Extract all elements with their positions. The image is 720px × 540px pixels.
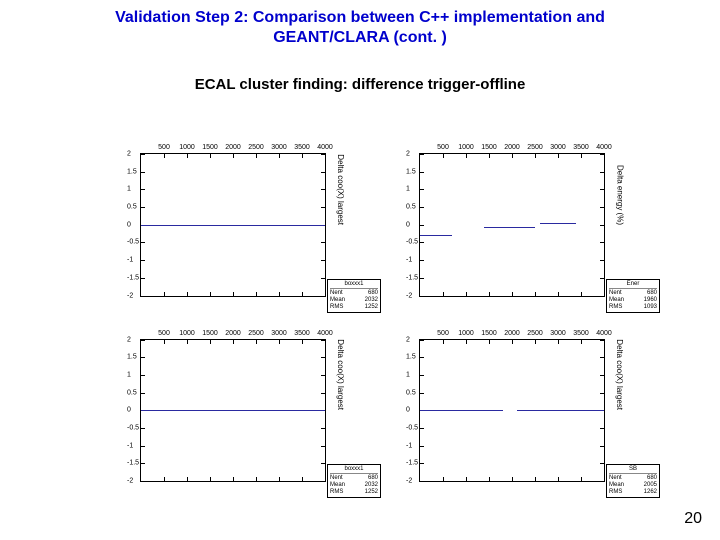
- x-tick: 4000: [317, 330, 333, 337]
- chart-panel-bl: 500 1000 1500 2000 2500 3000 3500 4000 -2 -1.5 -1 -…: [120, 321, 381, 501]
- y-tick: 1: [406, 371, 410, 378]
- x-tick: 2500: [527, 330, 543, 337]
- slide-subtitle: ECAL cluster finding: difference trigger…: [0, 76, 720, 93]
- y-tick: 0: [406, 407, 410, 414]
- x-tick: 2500: [248, 330, 264, 337]
- x-tick: 2500: [527, 144, 543, 151]
- data-trace: [517, 410, 604, 411]
- y-tick: -0.5: [127, 424, 139, 431]
- x-tick: 2000: [225, 144, 241, 151]
- page-number: 20: [684, 510, 702, 528]
- axes: 5001000150020002500300035004000-2-1.5-1-…: [140, 339, 326, 483]
- y-tick: -1.5: [127, 274, 139, 281]
- data-trace: [484, 227, 535, 228]
- data-trace: [420, 410, 503, 411]
- y-tick: -1: [406, 442, 412, 449]
- chart-panel-tr: 500 1000 1500 2000 2500 3000 3500 4000 -2 -1.5 -1 -…: [399, 135, 660, 315]
- x-tick: 1500: [202, 144, 218, 151]
- x-tick: 3000: [271, 330, 287, 337]
- y-tick: 0: [127, 221, 131, 228]
- title-line-2: GEANT/CLARA (cont. ): [273, 29, 447, 46]
- y-tick: 0.5: [127, 204, 137, 211]
- y-tick: -1.5: [406, 460, 418, 467]
- slide-title: Validation Step 2: Comparison between C+…: [0, 0, 720, 48]
- y-tick: 0.5: [406, 389, 416, 396]
- x-tick: 3000: [550, 330, 566, 337]
- x-tick: 1500: [202, 330, 218, 337]
- x-tick: 500: [158, 144, 170, 151]
- chart-panel-tl: 500 1000 1500 2000 2500 3000 3500 4000 -2 -1.5 -1 -…: [120, 135, 381, 315]
- y-tick: -1: [127, 257, 133, 264]
- y-axis-label: Delta energy (%): [616, 165, 625, 225]
- x-tick: 4000: [596, 144, 612, 151]
- y-tick: 0.5: [127, 389, 137, 396]
- x-tick: 2000: [504, 330, 520, 337]
- y-tick: -0.5: [406, 239, 418, 246]
- axes: 5001000150020002500300035004000-2-1.5-1-…: [140, 153, 326, 297]
- y-tick: -1: [127, 442, 133, 449]
- y-tick: -1.5: [127, 460, 139, 467]
- axes: 5001000150020002500300035004000-2-1.5-1-…: [419, 153, 605, 297]
- y-tick: 0: [406, 221, 410, 228]
- y-axis-label: Delta coo(X) largest: [616, 340, 625, 411]
- y-tick: 2: [127, 151, 131, 158]
- x-tick: 3500: [573, 144, 589, 151]
- y-tick: 2: [406, 151, 410, 158]
- data-trace: [420, 235, 452, 236]
- stats-box: SBNent680Mean2005RMS1262: [606, 464, 660, 498]
- y-axis-label: Delta coo(X) largest: [337, 154, 346, 225]
- chart-grid: 5001000150020002500300035004000-2-1.5-1-…: [120, 135, 660, 500]
- x-tick: 1000: [179, 144, 195, 151]
- x-tick: 2000: [504, 144, 520, 151]
- x-tick: 3500: [294, 330, 310, 337]
- y-tick: 1: [127, 186, 131, 193]
- y-tick: 1: [127, 371, 131, 378]
- chart-panel-br: 500 1000 1500 2000 2500 3000 3500 4000 -2 -1.5 -1 -…: [399, 321, 660, 501]
- x-tick: 500: [437, 144, 449, 151]
- data-trace: [540, 223, 577, 224]
- y-tick: -2: [127, 292, 133, 299]
- y-tick: -0.5: [406, 424, 418, 431]
- x-tick: 1000: [458, 144, 474, 151]
- y-tick: -1.5: [406, 274, 418, 281]
- y-tick: 1.5: [127, 168, 137, 175]
- x-tick: 3500: [294, 144, 310, 151]
- y-tick: 1.5: [406, 168, 416, 175]
- title-line-1: Validation Step 2: Comparison between C+…: [115, 9, 605, 26]
- data-trace: [141, 225, 325, 226]
- x-tick: 4000: [596, 330, 612, 337]
- y-tick: 0.5: [406, 204, 416, 211]
- x-tick: 1500: [481, 330, 497, 337]
- x-tick: 3000: [550, 144, 566, 151]
- x-tick: 2000: [225, 330, 241, 337]
- x-tick: 1000: [179, 330, 195, 337]
- y-tick: 1.5: [406, 354, 416, 361]
- y-tick: -2: [406, 478, 412, 485]
- y-tick: 2: [127, 336, 131, 343]
- y-tick: 1: [406, 186, 410, 193]
- x-tick: 4000: [317, 144, 333, 151]
- stats-box: boxxx1Nent680Mean2032RMS1252: [327, 279, 381, 313]
- stats-box: boxxx1Nent680Mean2032RMS1252: [327, 464, 381, 498]
- x-tick: 1000: [458, 330, 474, 337]
- y-tick: -2: [406, 292, 412, 299]
- stats-box: EnerNent680Mean1960RMS1093: [606, 279, 660, 313]
- y-tick: 0: [127, 407, 131, 414]
- data-trace: [141, 410, 325, 411]
- y-tick: -2: [127, 478, 133, 485]
- y-tick: 1.5: [127, 354, 137, 361]
- y-tick: -1: [406, 257, 412, 264]
- y-tick: 2: [406, 336, 410, 343]
- axes: 5001000150020002500300035004000-2-1.5-1-…: [419, 339, 605, 483]
- x-tick: 2500: [248, 144, 264, 151]
- y-tick: -0.5: [127, 239, 139, 246]
- x-tick: 500: [437, 330, 449, 337]
- x-tick: 3000: [271, 144, 287, 151]
- y-axis-label: Delta coo(X) largest: [337, 340, 346, 411]
- x-tick: 3500: [573, 330, 589, 337]
- x-tick: 1500: [481, 144, 497, 151]
- x-tick: 500: [158, 330, 170, 337]
